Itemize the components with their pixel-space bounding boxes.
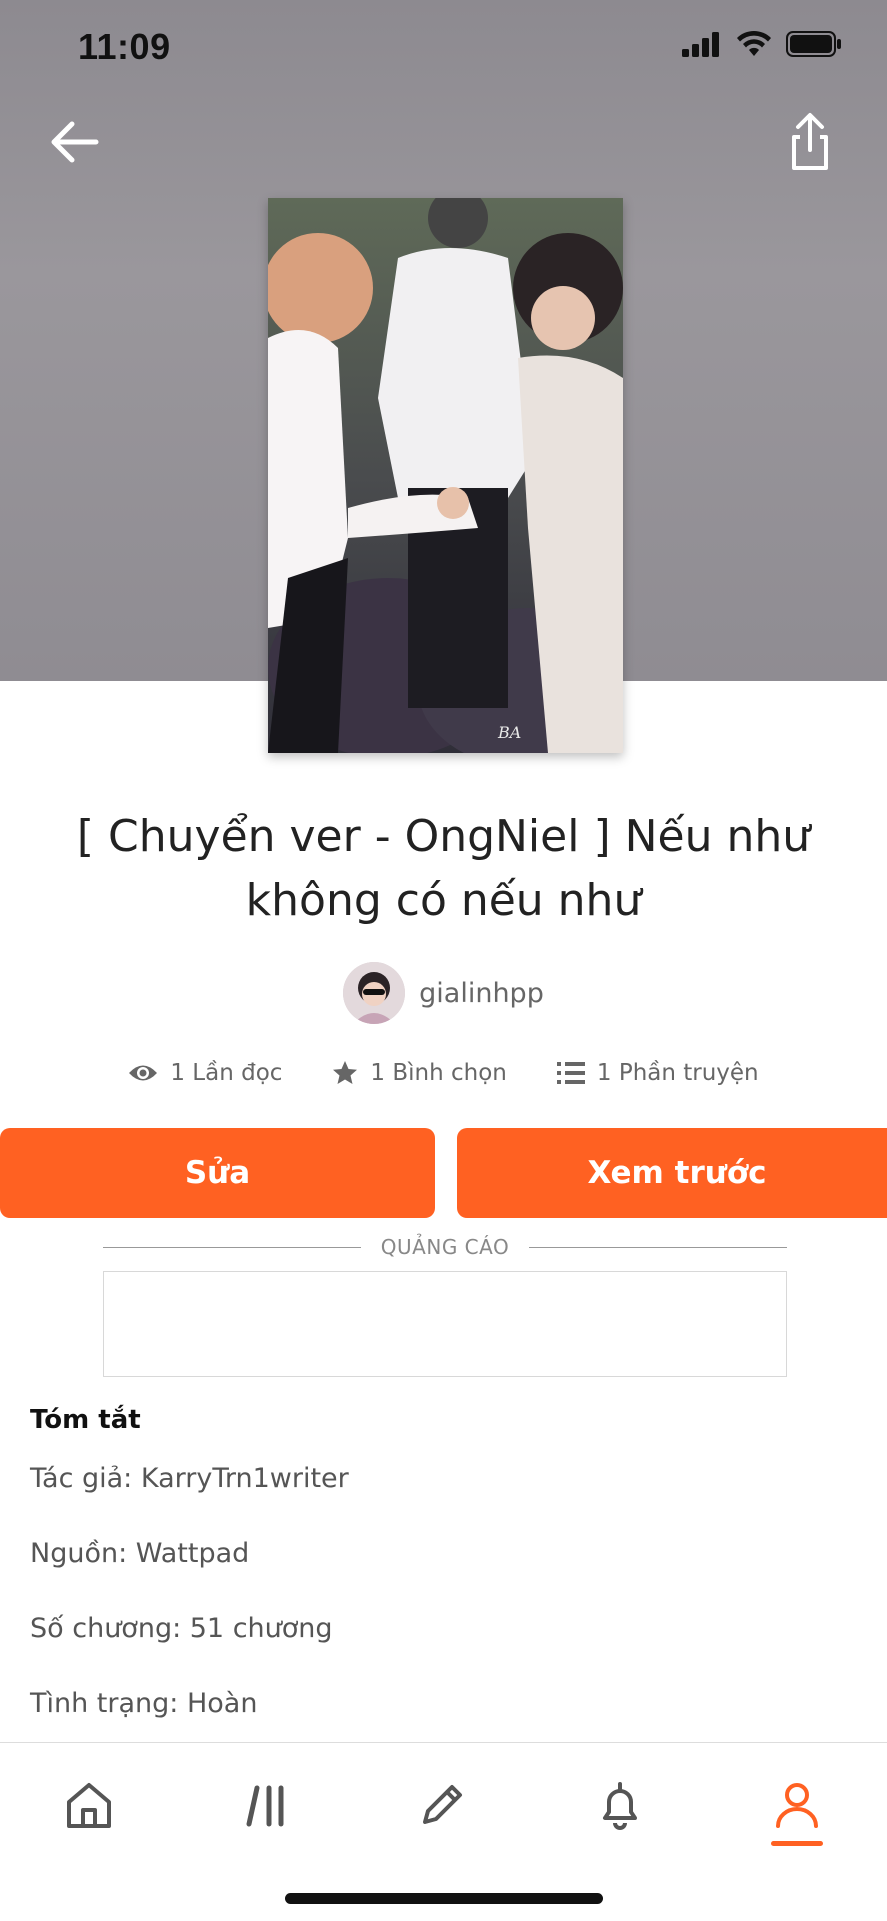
wifi-icon — [737, 30, 771, 56]
reads-stat: 1 Lần đọc — [128, 1060, 282, 1086]
svg-text:BA: BA — [497, 723, 521, 742]
avatar[interactable] — [343, 962, 406, 1024]
library-icon — [246, 1785, 284, 1827]
preview-button[interactable]: Xem trước — [457, 1128, 887, 1218]
signal-icon — [682, 32, 719, 57]
votes-stat: 1 Bình chọn — [332, 1060, 507, 1086]
bottom-tab-bar — [0, 1742, 887, 1921]
home-icon — [67, 1783, 111, 1828]
divider — [103, 1246, 361, 1248]
battery-icon — [786, 31, 841, 57]
ad-label-row: QUẢNG CÁO — [103, 1232, 788, 1262]
parts-count: 1 Phần truyện — [596, 1060, 759, 1086]
bell-icon — [603, 1782, 637, 1830]
pencil-icon — [423, 1785, 462, 1824]
summary-line: Số chương: 51 chương — [30, 1613, 333, 1644]
eye-icon — [129, 1065, 158, 1081]
list-icon — [556, 1062, 585, 1084]
share-button[interactable] — [780, 110, 840, 175]
votes-count: 1 Bình chọn — [370, 1060, 507, 1086]
star-icon — [333, 1061, 358, 1084]
author-row[interactable]: gialinhpp — [0, 962, 887, 1024]
share-icon — [792, 113, 828, 170]
reads-count: 1 Lần đọc — [170, 1060, 283, 1086]
parts-stat: 1 Phần truyện — [556, 1060, 759, 1086]
story-title: [ Chuyển ver - OngNiel ] Nếu như không c… — [76, 811, 811, 926]
ad-label: QUẢNG CÁO — [380, 1235, 510, 1259]
arrow-left-icon — [51, 121, 99, 163]
active-tab-indicator — [771, 1841, 823, 1846]
back-button[interactable] — [48, 112, 108, 172]
summary-line: Tình trạng: Hoàn — [30, 1688, 258, 1719]
summary-line: Nguồn: Wattpad — [30, 1538, 250, 1569]
status-bar: 11:09 — [0, 0, 887, 95]
status-icons — [682, 30, 842, 58]
tab-profile[interactable] — [757, 1765, 837, 1845]
author-name[interactable]: gialinhpp — [419, 978, 544, 1009]
tab-notifications[interactable] — [580, 1765, 660, 1845]
story-stats: 1 Lần đọc 1 Bình chọn 1 Phần truyện — [0, 1060, 887, 1086]
ad-slot[interactable] — [103, 1271, 787, 1377]
tab-library[interactable] — [228, 1765, 308, 1845]
summary-line: Tác giả: KarryTrn1writer — [30, 1463, 349, 1494]
summary-heading: Tóm tắt — [30, 1405, 141, 1435]
tab-write[interactable] — [402, 1765, 482, 1845]
tab-home[interactable] — [49, 1765, 129, 1845]
home-indicator[interactable] — [285, 1893, 603, 1904]
edit-button[interactable]: Sửa — [0, 1128, 435, 1218]
status-time: 11:09 — [78, 26, 171, 67]
divider — [529, 1246, 788, 1248]
person-icon — [776, 1783, 818, 1828]
story-cover-image: BA — [268, 198, 623, 753]
